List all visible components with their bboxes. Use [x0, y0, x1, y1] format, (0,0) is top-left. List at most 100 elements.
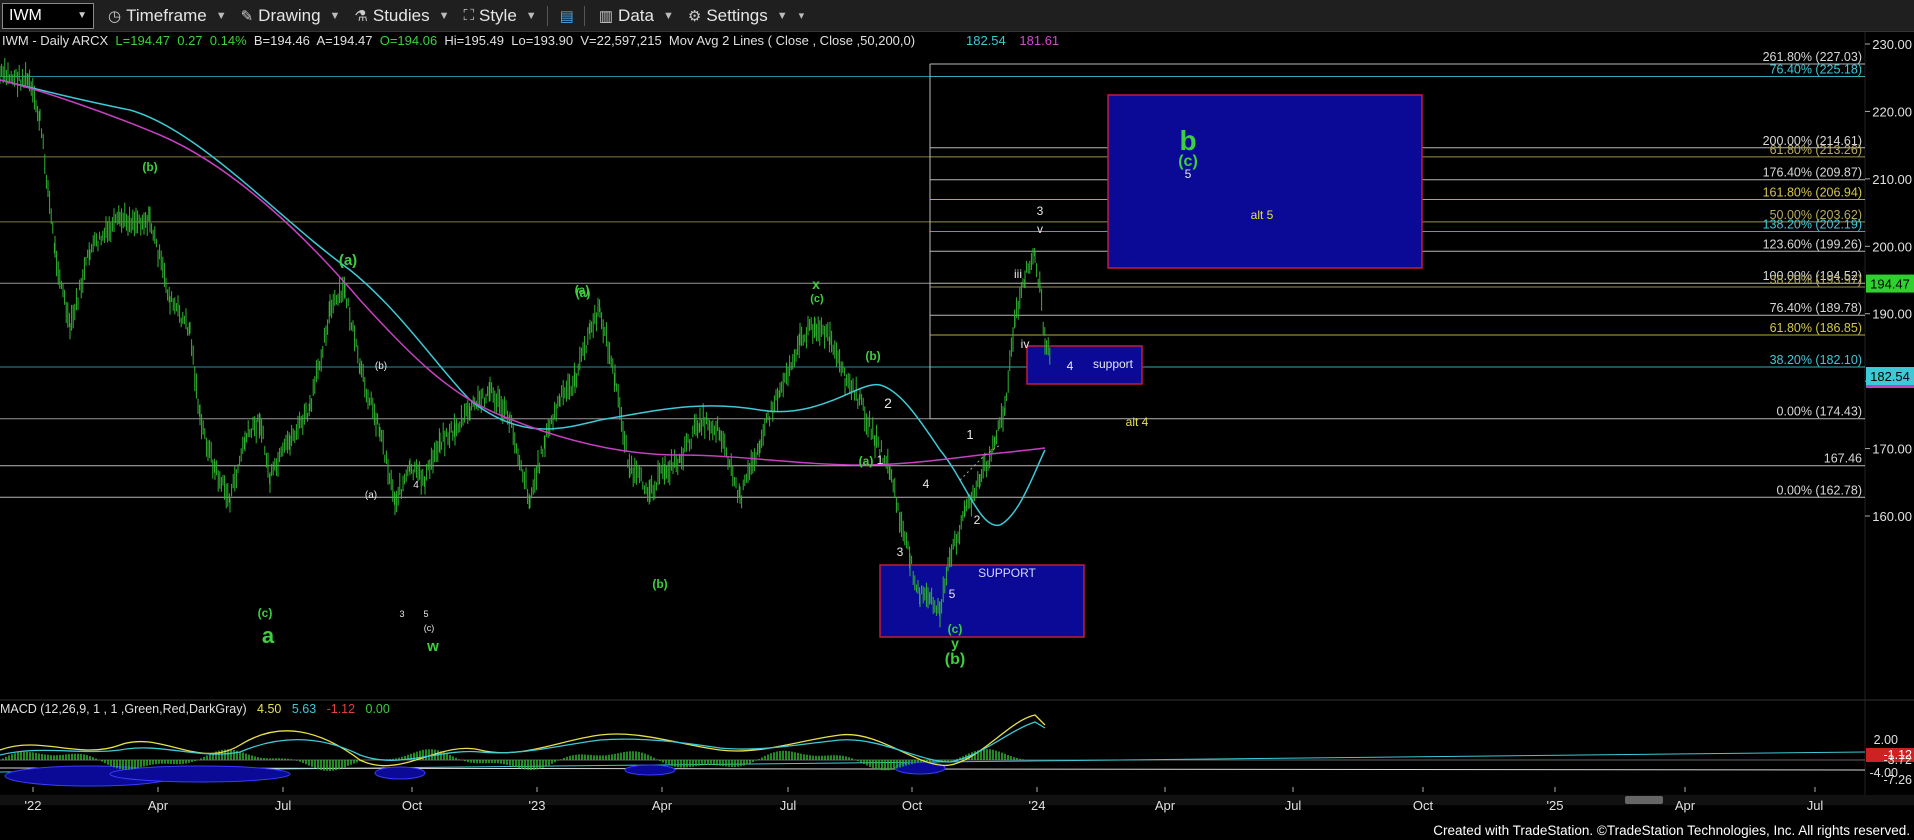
fib-label: 38.20% (193.97)	[1770, 273, 1862, 287]
wave-label: iii	[1014, 267, 1022, 281]
scrollbar-thumb	[1625, 796, 1663, 804]
chevron-down-icon: ▼	[438, 9, 450, 22]
macd-highlight	[109, 765, 291, 783]
fib-label: 76.40% (225.18)	[1770, 63, 1862, 77]
study-name: Mov Avg 2 Lines ( Close , Close ,50,200,…	[668, 33, 916, 48]
wave-label: (b)	[652, 577, 667, 591]
layout-button[interactable]: ▤	[560, 2, 574, 30]
symbol-description: IWM - Daily ARCX	[2, 33, 109, 48]
wave-label: a	[262, 623, 275, 648]
data-label: Data	[618, 5, 654, 25]
price-axis: 230.00220.00210.00200.00190.00180.00170.…	[1865, 37, 1914, 524]
timeframe-menu[interactable]: ◷ Timeframe ▼	[108, 2, 227, 30]
fib-label: 123.60% (199.26)	[1763, 237, 1862, 251]
alt5-label: alt 5	[1251, 208, 1274, 222]
ma-price-tag-text: 182.54	[1870, 369, 1910, 384]
fib-label: 176.40% (209.87)	[1763, 166, 1862, 180]
studies-menu[interactable]: ⚗ Studies ▼	[354, 2, 449, 30]
style-label: Style	[478, 5, 517, 25]
pct-change: 0.14%	[209, 33, 247, 48]
macd-highlight	[624, 764, 676, 776]
macd-tag-text: -7.26	[1884, 773, 1913, 787]
time-tick-label: '24	[1029, 798, 1046, 813]
macd-tag-text: -3.72	[1884, 753, 1913, 767]
symbol-input[interactable]: IWM ▼	[2, 2, 94, 29]
time-tick-label: Apr	[1155, 798, 1176, 813]
wave-label: 5	[949, 587, 956, 601]
time-tick-label: Apr	[148, 798, 169, 813]
style-icon: ⛶	[463, 7, 474, 24]
toolbar-divider	[583, 5, 585, 26]
wave-label: (c)	[258, 606, 273, 620]
wave-label: (a)	[365, 490, 377, 501]
fib-label: 167.46	[1824, 452, 1862, 466]
volume: V=22,597,215	[580, 33, 662, 48]
fib-label: 61.80% (213.26)	[1770, 143, 1862, 157]
wave-label: 4	[923, 477, 930, 491]
price-chart[interactable]: 261.80% (227.03)76.40% (225.18)200.00% (…	[0, 0, 1914, 822]
chevron-down-icon[interactable]: ▼	[77, 10, 87, 21]
wave-label: (c)	[948, 622, 963, 636]
pencil-icon: ✎	[240, 7, 254, 25]
wave-label: iv	[1021, 337, 1030, 351]
price-tick-label: 200.00	[1872, 239, 1912, 254]
macd-axis-label: 2.00	[1874, 733, 1898, 747]
wave-label: x	[812, 276, 820, 292]
wave-label: (c)	[424, 623, 435, 633]
fib-label: 138.20% (202.19)	[1763, 218, 1862, 232]
layout-icon: ▤	[559, 7, 574, 25]
studies-label: Studies	[372, 5, 430, 25]
time-tick-label: Oct	[1413, 798, 1434, 813]
support-upper-label: support	[1093, 357, 1134, 371]
data-menu[interactable]: ▥ Data ▼	[599, 2, 674, 30]
wave-label: 2	[974, 513, 981, 527]
wave-label: w	[426, 638, 439, 655]
overflow-caret-icon[interactable]: ▾	[799, 9, 805, 22]
wave-label: (b)	[375, 361, 387, 372]
support-lower-label: SUPPORT	[978, 566, 1036, 580]
macd-highlight	[374, 766, 426, 780]
price-tick-label: 190.00	[1872, 307, 1912, 322]
target-5-label: 5	[1185, 167, 1192, 181]
wave-label: (c)	[810, 293, 824, 305]
fib-label: 161.80% (206.94)	[1763, 185, 1862, 199]
price-tick-label: 220.00	[1872, 104, 1912, 119]
wave-label: (a)	[575, 283, 590, 297]
wave-label: (b)	[142, 160, 157, 174]
toolbar: IWM ▼ ◷ Timeframe ▼ ✎ Drawing ▼ ⚗ Studie…	[0, 0, 1914, 32]
drawing-menu[interactable]: ✎ Drawing ▼	[241, 2, 341, 30]
wave-label: y	[951, 635, 959, 651]
price-tick-label: 230.00	[1872, 37, 1912, 52]
wave-label: v	[1037, 222, 1043, 236]
macd-study-name: MACD (12,26,9, 1 , 1 ,Green,Red,DarkGray…	[0, 702, 247, 716]
price-tick-label: 210.00	[1872, 172, 1912, 187]
time-tick-label: '23	[529, 798, 546, 813]
symbol-info-line: IWM - Daily ARCX L=194.47 0.27 0.14% B=1…	[2, 33, 915, 48]
time-tick-label: Apr	[652, 798, 673, 813]
wave-label: 2	[884, 395, 892, 411]
ask-price: A=194.47	[316, 33, 373, 48]
settings-menu[interactable]: ⚙ Settings ▼ ▾	[688, 2, 804, 30]
time-tick-label: Jul	[1807, 798, 1824, 813]
flask-icon: ⚗	[354, 7, 368, 25]
wave-label: (b)	[865, 349, 880, 363]
target-box	[1107, 94, 1423, 269]
chevron-down-icon: ▼	[525, 9, 537, 22]
drawing-label: Drawing	[258, 5, 321, 25]
time-tick-label: Jul	[275, 798, 292, 813]
last-price-tag-text: 194.47	[1870, 277, 1910, 292]
wave-label: 3	[1037, 204, 1044, 218]
bid-price: B=194.46	[253, 33, 310, 48]
wave-label: (b)	[945, 651, 965, 668]
moving-average-values: 182.54 181.61	[966, 33, 1059, 48]
style-menu[interactable]: ⛶ Style ▼	[463, 2, 536, 30]
wave-label: 4	[413, 480, 419, 491]
fib-label: 38.20% (182.10)	[1770, 353, 1862, 367]
support-wave-label: 4	[1067, 359, 1074, 373]
wave-label: 1	[877, 453, 884, 467]
wave-label: 3	[399, 609, 404, 619]
macd-hist-value: -1.12	[326, 702, 356, 716]
fib-label: 0.00% (162.78)	[1777, 483, 1862, 497]
settings-label: Settings	[706, 5, 768, 25]
clock-icon: ◷	[108, 7, 122, 25]
